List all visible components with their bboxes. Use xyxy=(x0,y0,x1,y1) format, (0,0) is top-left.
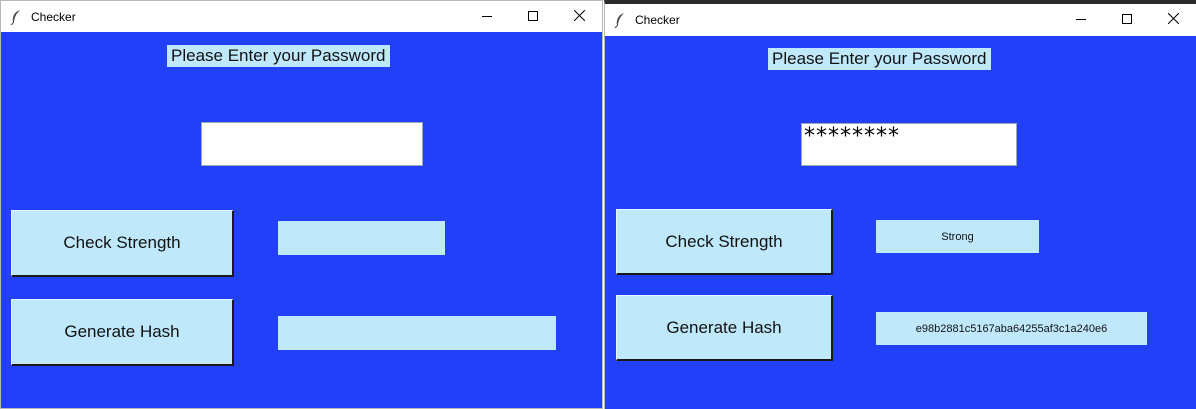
password-prompt-label: Please Enter your Password xyxy=(167,45,390,67)
feather-icon xyxy=(9,9,25,25)
title-bar[interactable]: Checker xyxy=(1,1,602,32)
hash-result-field xyxy=(278,316,556,350)
password-input[interactable]: ******** xyxy=(801,123,1017,166)
close-button[interactable] xyxy=(1150,4,1196,36)
strength-result-field xyxy=(278,221,445,255)
minimize-button[interactable] xyxy=(1058,4,1104,36)
window-client-area: Please Enter your Password ******** Chec… xyxy=(605,36,1196,409)
close-button[interactable] xyxy=(556,1,602,32)
minimize-button[interactable] xyxy=(464,1,510,32)
checker-window-right: Checker Please Enter your Password *****… xyxy=(604,0,1196,409)
strength-result-field: Strong xyxy=(876,220,1039,253)
close-icon xyxy=(1167,11,1179,29)
maximize-button[interactable] xyxy=(1104,4,1150,36)
maximize-icon xyxy=(1122,11,1132,29)
password-prompt-label: Please Enter your Password xyxy=(768,48,991,70)
close-icon xyxy=(573,8,585,26)
check-strength-button[interactable]: Check Strength xyxy=(616,209,833,275)
minimize-icon xyxy=(1076,11,1086,29)
window-client-area: Please Enter your Password Check Strengt… xyxy=(1,32,602,408)
feather-icon xyxy=(613,12,629,28)
minimize-icon xyxy=(482,8,492,26)
hash-result-field: e98b2881c5167aba64255af3c1a240e6 xyxy=(876,312,1147,345)
check-strength-button[interactable]: Check Strength xyxy=(11,210,234,277)
maximize-icon xyxy=(528,8,538,26)
password-input[interactable] xyxy=(201,122,423,166)
title-bar[interactable]: Checker xyxy=(605,4,1196,36)
window-title: Checker xyxy=(635,13,680,27)
generate-hash-button[interactable]: Generate Hash xyxy=(616,295,833,361)
maximize-button[interactable] xyxy=(510,1,556,32)
generate-hash-button[interactable]: Generate Hash xyxy=(11,299,234,366)
window-title: Checker xyxy=(31,9,76,24)
checker-window-left: Checker Please Enter your Password Check… xyxy=(0,0,603,409)
